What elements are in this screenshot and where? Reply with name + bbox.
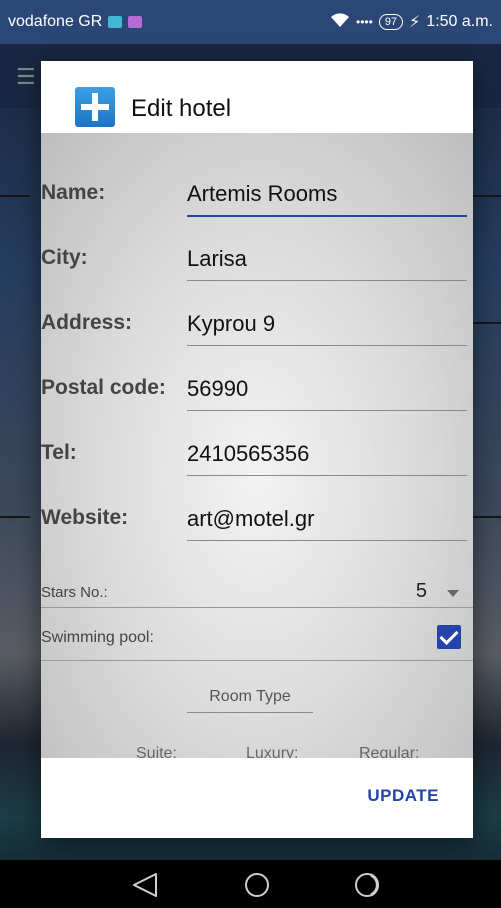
website-field[interactable]: art@motel.gr — [187, 506, 467, 541]
city-field[interactable]: Larisa — [187, 246, 467, 281]
swimming-pool-label: Swimming pool: — [41, 629, 154, 646]
stars-label: Stars No.: — [41, 584, 108, 601]
website-label: Website: — [41, 506, 129, 529]
city-row: City: Larisa — [41, 238, 473, 298]
add-icon — [75, 87, 115, 127]
tel-field[interactable]: 2410565356 — [187, 441, 467, 476]
suite-label: Suite: — [136, 745, 177, 758]
home-icon[interactable] — [242, 870, 272, 900]
tel-label: Tel: — [41, 441, 77, 464]
address-label: Address: — [41, 311, 133, 334]
notification-icon — [108, 16, 123, 28]
postal-code-row: Postal code: 56990 — [41, 368, 473, 428]
carrier-name: vodafone GR — [8, 13, 103, 30]
dialog-content[interactable]: Name: Artemis Rooms City: Larisa Address… — [41, 133, 473, 758]
dialog-header: Edit hotel — [41, 61, 473, 133]
gallery-icon — [128, 16, 143, 28]
postal-code-field[interactable]: 56990 — [187, 376, 467, 411]
navigation-bar — [0, 860, 501, 908]
city-label: City: — [41, 246, 88, 269]
stars-value: 5 — [415, 580, 427, 602]
stars-spinner[interactable]: Stars No.: 5 — [41, 578, 473, 608]
name-row: Name: Artemis Rooms — [41, 173, 473, 233]
back-icon[interactable] — [130, 870, 160, 900]
name-label: Name: — [41, 181, 106, 204]
name-field[interactable]: Artemis Rooms — [187, 181, 467, 217]
recent-apps-icon[interactable] — [352, 870, 382, 900]
regular-label: Regular: — [359, 745, 420, 758]
chevron-down-icon — [447, 590, 459, 597]
status-bar: vodafone GR •••• 97 ⚡ 1:50 a.m. — [0, 0, 501, 44]
dialog-title: Edit hotel — [131, 95, 232, 122]
edit-hotel-dialog: Edit hotel Name: Artemis Rooms City: Lar… — [41, 61, 473, 838]
signal-icon: •••• — [356, 15, 373, 29]
update-button[interactable]: UPDATE — [367, 786, 439, 806]
wifi-icon — [330, 12, 350, 33]
battery-icon: 97 — [378, 14, 404, 30]
dialog-footer: UPDATE — [41, 758, 473, 838]
tel-row: Tel: 2410565356 — [41, 433, 473, 493]
luxury-label: Luxury: — [246, 745, 299, 758]
postal-code-label: Postal code: — [41, 376, 166, 399]
swimming-pool-row: Swimming pool: — [41, 613, 473, 661]
website-row: Website: art@motel.gr — [41, 498, 473, 558]
clock: 1:50 a.m. — [426, 13, 493, 30]
swimming-pool-checkbox[interactable] — [437, 625, 461, 649]
charging-icon: ⚡ — [409, 14, 421, 31]
room-type-heading: Room Type — [187, 688, 313, 713]
address-row: Address: Kyprou 9 — [41, 303, 473, 363]
address-field[interactable]: Kyprou 9 — [187, 311, 467, 346]
